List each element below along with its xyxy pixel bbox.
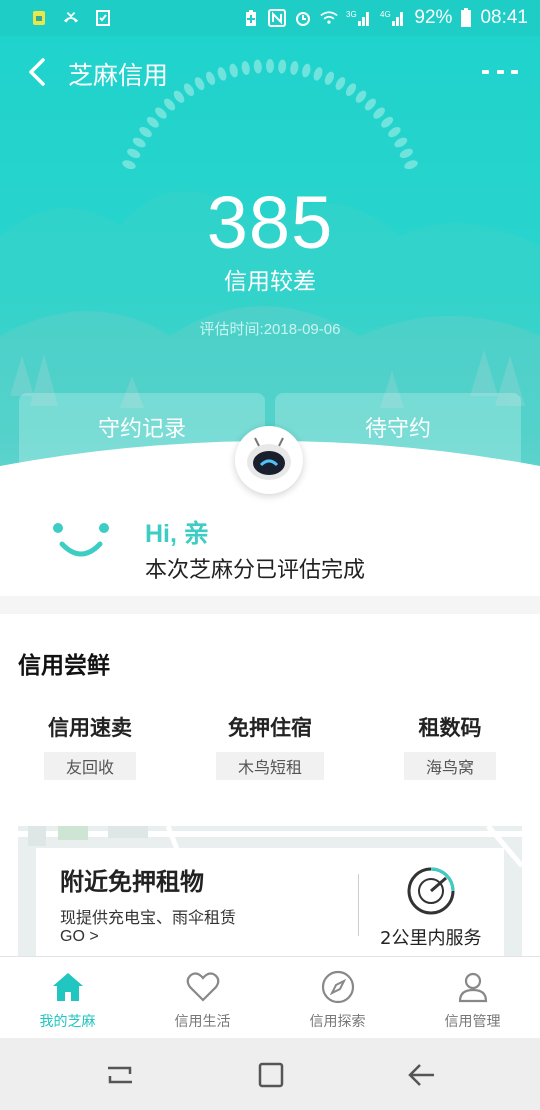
chevron-left-icon xyxy=(29,58,45,86)
svg-text:4G: 4G xyxy=(380,10,391,19)
alarm-icon xyxy=(294,9,312,27)
nearby-card: 附近免押租物 现提供充电宝、雨伞租赁 GO > 2公里内服务 xyxy=(36,848,504,956)
home-button-icon[interactable] xyxy=(256,1060,288,1090)
dial-tick xyxy=(394,137,408,148)
nearby-range: 2公里内服务 xyxy=(380,928,482,949)
dial-tick xyxy=(399,148,413,159)
bottom-tab-bar: 我的芝麻 信用生活 信用探索 信用管理 xyxy=(0,956,540,1038)
nearby-separator xyxy=(358,874,359,936)
tab-credit-manage[interactable]: 信用管理 xyxy=(405,957,540,1039)
more-dot xyxy=(511,70,518,74)
svg-text:3G: 3G xyxy=(346,10,357,19)
recent-apps-icon[interactable] xyxy=(104,1060,136,1090)
robot-icon xyxy=(247,437,291,480)
dial-tick xyxy=(122,160,136,170)
trial-item-name: 信用速卖 xyxy=(48,716,132,740)
signal-3g-icon: 3G xyxy=(346,9,372,27)
dial-tick xyxy=(388,126,401,138)
trial-item-rent-digital[interactable]: 租数码 海鸟窝 xyxy=(360,712,540,780)
nearby-rental-banner[interactable]: 附近免押租物 现提供充电宝、雨伞租赁 GO > 2公里内服务 xyxy=(18,826,522,956)
trial-item-tag: 海鸟窝 xyxy=(403,752,496,780)
tab-my-zhima[interactable]: 我的芝麻 xyxy=(0,957,135,1039)
greeting-panel: Hi, 亲 本次芝麻分已评估完成 xyxy=(0,506,540,596)
missed-call-icon xyxy=(62,9,80,27)
more-dots-icon xyxy=(482,70,489,74)
nearby-title: 附近免押租物 xyxy=(60,868,204,896)
trial-item-tag: 友回收 xyxy=(43,752,136,780)
credit-hero: 芝麻信用 385 信用较差 评估时间:2018-09-06 守约记录 待守约 H… xyxy=(0,36,540,596)
back-arrow-icon[interactable] xyxy=(406,1060,438,1090)
sim-icon xyxy=(30,9,48,27)
tab-label: 我的芝麻 xyxy=(39,1014,96,1030)
dial-tick xyxy=(381,116,394,128)
nav-bar: 芝麻信用 xyxy=(0,36,540,108)
task-icon xyxy=(94,9,112,27)
trial-item-deposit-free-stay[interactable]: 免押住宿 木鸟短租 xyxy=(180,712,360,780)
nearby-go-link[interactable]: GO > xyxy=(60,928,99,946)
dial-tick xyxy=(132,137,146,148)
trial-item-name: 免押住宿 xyxy=(228,716,312,740)
clock: 08:41 xyxy=(480,7,528,28)
dial-tick xyxy=(139,126,152,138)
status-bar: 3G 4G 92% 08:41 xyxy=(0,0,540,36)
greeting-hi: Hi, 亲 xyxy=(145,520,209,548)
dial-tick xyxy=(127,148,141,159)
dial-tick xyxy=(404,160,418,170)
smile-icon xyxy=(53,523,109,557)
tab-label: 信用管理 xyxy=(444,1014,501,1030)
battery-saver-icon xyxy=(242,9,260,27)
trial-item-quick-sell[interactable]: 信用速卖 友回收 xyxy=(0,712,180,780)
compass-icon xyxy=(321,970,354,1004)
greeting-message: 本次芝麻分已评估完成 xyxy=(145,558,366,583)
more-button[interactable] xyxy=(482,64,518,80)
battery-icon xyxy=(460,8,472,27)
section-title-credit-trial: 信用尝鲜 xyxy=(18,653,110,679)
signal-4g-icon: 4G xyxy=(380,9,406,27)
tab-credit-life[interactable]: 信用生活 xyxy=(135,957,270,1039)
user-icon xyxy=(458,972,487,1003)
section-divider xyxy=(0,596,540,614)
tab-label: 信用探索 xyxy=(309,1014,366,1030)
system-nav-bar xyxy=(0,1038,540,1110)
tab-credit-explore[interactable]: 信用探索 xyxy=(270,957,405,1039)
back-button[interactable] xyxy=(20,54,54,90)
nfc-icon xyxy=(268,9,287,27)
radar-icon xyxy=(407,867,455,915)
evaluation-time: 评估时间:2018-09-06 xyxy=(199,321,341,338)
page-title: 芝麻信用 xyxy=(68,61,169,90)
more-dot xyxy=(496,70,504,74)
tab-label: 信用生活 xyxy=(174,1014,231,1030)
battery-percent: 92% xyxy=(414,7,453,28)
nearby-description: 现提供充电宝、雨伞租赁 xyxy=(60,908,237,927)
credit-level: 信用较差 xyxy=(224,269,316,295)
credit-score: 385 xyxy=(206,181,334,264)
robot-avatar[interactable] xyxy=(235,426,303,494)
heart-icon xyxy=(186,972,219,1002)
wifi-icon xyxy=(320,9,339,27)
home-icon xyxy=(52,973,83,1001)
trial-item-tag: 木鸟短租 xyxy=(215,752,324,780)
dial-tick xyxy=(146,116,159,128)
trial-item-name: 租数码 xyxy=(418,716,482,740)
